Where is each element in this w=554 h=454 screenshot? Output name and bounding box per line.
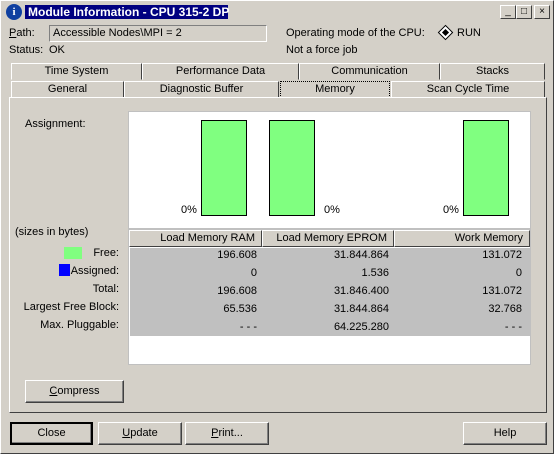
table-cell: 196.608 [217,249,257,261]
table-cell: 131.072 [482,285,522,297]
table-cell: 131.072 [482,249,522,261]
tab-general[interactable]: General [11,81,124,98]
update-button[interactable]: Update [98,422,182,445]
path-field[interactable]: Accessible Nodes\MPI = 2 [49,25,267,42]
memory-assignment-graph: 0% 0% 0% [128,111,531,229]
pct-load-memory-eprom: 0% [324,204,340,216]
status-value: OK [49,44,65,56]
table-cell: 0 [250,267,257,279]
column-header-load-memory-ram[interactable]: Load Memory RAM [129,230,262,247]
row-label-assigned: Assigned: [70,265,119,277]
assignment-label: Assignment: [25,118,86,130]
table-cell: - - - [504,321,522,333]
table-cell: 32.768 [488,303,522,315]
row-label-max-pluggable: Max. Pluggable: [40,319,119,331]
row-label-largest-free-block: Largest Free Block: [23,301,119,313]
info-icon: i [6,4,22,20]
column-header-work-memory[interactable]: Work Memory [394,230,530,247]
assigned-legend-swatch [59,264,70,276]
path-label: Path: [9,27,35,39]
run-mode-icon [437,24,454,41]
pct-work-memory: 0% [443,204,459,216]
close-button[interactable]: Close [10,422,93,445]
tab-stacks[interactable]: Stacks [440,63,545,80]
table-cell: 65.536 [223,303,257,315]
pct-load-memory-ram: 0% [181,204,197,216]
bar-load-memory-ram [201,120,247,216]
tab-communication[interactable]: Communication [299,63,440,80]
memory-table: Load Memory RAM Load Memory EPROM Work M… [128,229,531,365]
sizes-in-bytes-label: (sizes in bytes) [15,226,89,238]
print-button[interactable]: Print... [185,422,269,445]
help-button[interactable]: Help [463,422,547,445]
close-window-button[interactable]: × [534,5,550,19]
tab-scan-cycle-time[interactable]: Scan Cycle Time [391,81,545,98]
module-information-window: i Module Information - CPU 315-2 DP _ □ … [0,0,554,454]
compress-button[interactable]: Compress [25,380,124,403]
operating-mode-label: Operating mode of the CPU: [286,27,425,39]
bar-load-memory-eprom [269,120,315,216]
tab-time-system[interactable]: Time System [11,63,142,80]
title-bar: i Module Information - CPU 315-2 DP _ □ … [3,3,551,21]
table-cell: 196.608 [217,285,257,297]
tab-performance-data[interactable]: Performance Data [142,63,299,80]
table-cell: - - - [239,321,257,333]
table-cell: 1.536 [361,267,389,279]
window-title: Module Information - CPU 315-2 DP [25,5,229,19]
maximize-button[interactable]: □ [516,5,532,19]
row-label-total: Total: [92,283,119,295]
table-cell: 0 [515,267,522,279]
status-label: Status: [9,44,44,56]
table-cell: 31.844.864 [333,303,389,315]
force-job-status: Not a force job [286,44,358,56]
tab-diagnostic-buffer[interactable]: Diagnostic Buffer [124,81,279,98]
column-header-load-memory-eprom[interactable]: Load Memory EPROM [262,230,394,247]
bar-work-memory [463,120,509,216]
minimize-button[interactable]: _ [500,5,516,19]
table-cell: 64.225.280 [333,321,389,333]
row-label-free: Free: [93,247,119,259]
operating-mode-value: RUN [457,27,481,39]
table-cell: 31.846.400 [333,285,389,297]
tab-memory[interactable]: Memory [280,81,390,98]
free-legend-swatch [64,247,82,259]
table-cell: 31.844.864 [333,249,389,261]
